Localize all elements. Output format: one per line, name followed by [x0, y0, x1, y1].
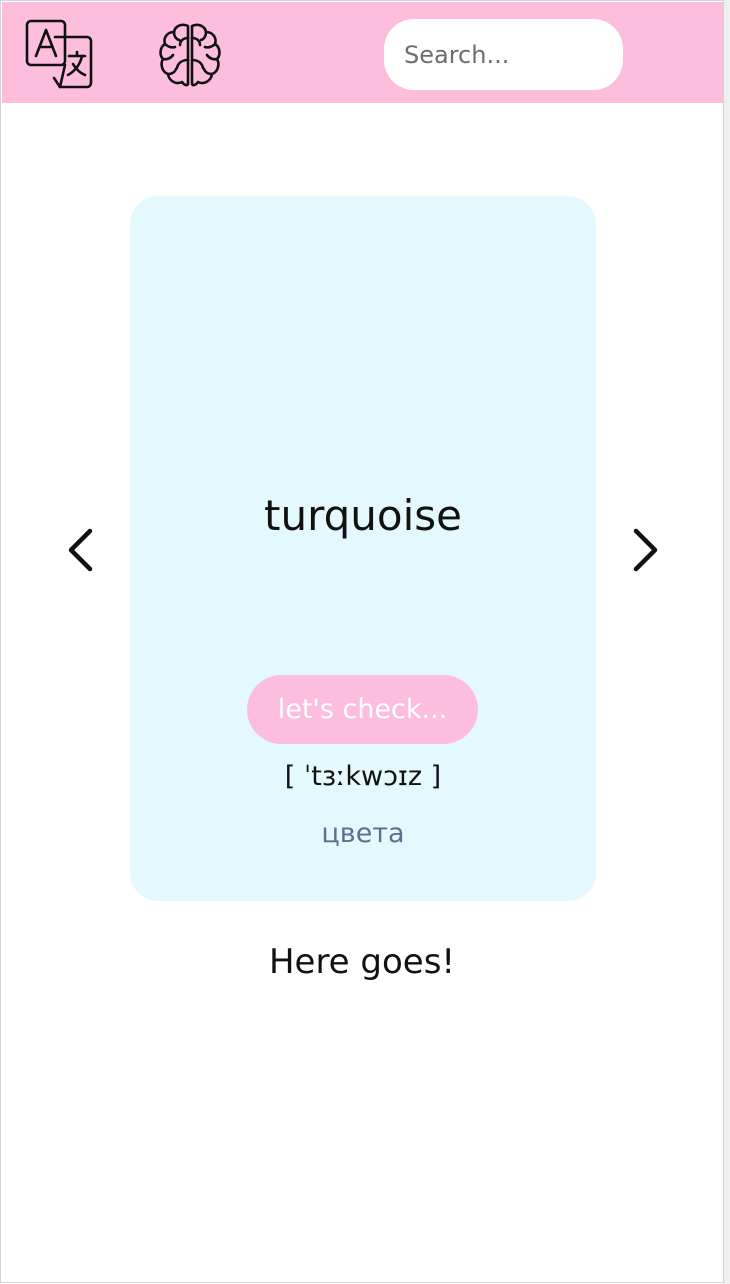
status-message: Here goes!: [268, 942, 456, 982]
card-transcription: [ ˈtɜːkwɔɪz ]: [284, 761, 442, 792]
flashcard: turquoise [ ˈtɜːkwɔɪz ]: [130, 196, 596, 901]
card-word: turquoise: [264, 491, 462, 540]
brain-icon[interactable]: [152, 16, 228, 92]
scrollbar-gutter: [724, 0, 730, 1284]
chevron-right-icon[interactable]: [626, 527, 666, 573]
translate-icon[interactable]: [22, 16, 98, 92]
search-input[interactable]: [384, 19, 623, 90]
card-category: цвета: [321, 818, 405, 849]
check-button[interactable]: let's check...: [247, 675, 478, 744]
top-bar: [2, 2, 723, 103]
chevron-left-icon[interactable]: [60, 527, 100, 573]
app-page: turquoise [ ˈtɜːkwɔɪz ] let's check... ц…: [0, 0, 730, 1284]
